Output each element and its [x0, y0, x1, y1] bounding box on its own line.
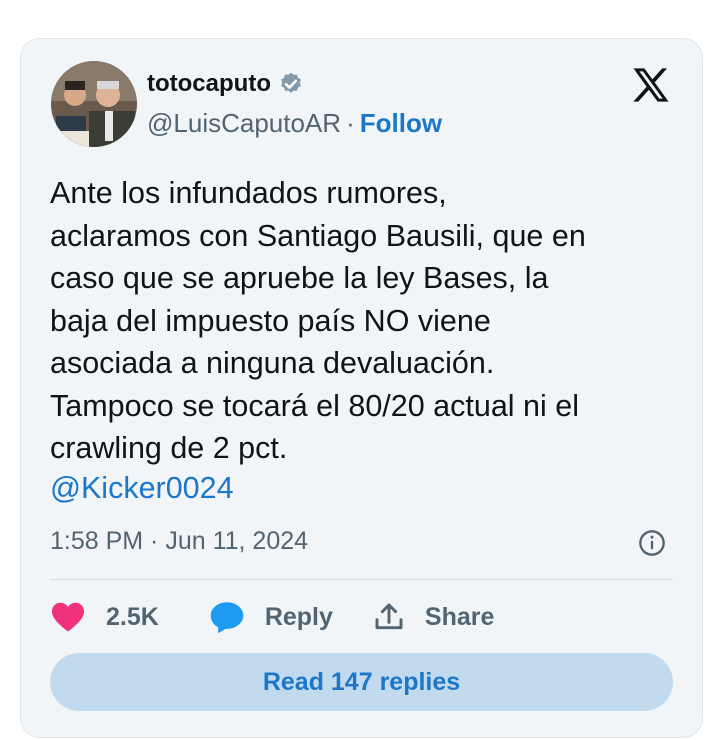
divider [50, 579, 673, 580]
reply-button[interactable]: Reply [209, 600, 333, 634]
follow-button[interactable]: Follow [360, 108, 442, 138]
heart-icon [52, 602, 84, 632]
tweet-text: Ante los infundados rumores, aclaramos c… [50, 176, 586, 465]
like-count: 2.5K [106, 602, 159, 631]
read-replies-button[interactable]: Read 147 replies [50, 653, 673, 711]
share-button[interactable]: Share [373, 601, 494, 633]
separator-dot: · [346, 108, 355, 138]
mention-link[interactable]: @Kicker0024 [50, 467, 234, 510]
speech-bubble-icon [210, 602, 244, 634]
like-button[interactable]: 2.5K [50, 601, 159, 633]
display-name[interactable]: totocaputo [147, 70, 271, 98]
timestamp[interactable]: 1:58 PM · Jun 11, 2024 [50, 527, 308, 556]
avatar[interactable] [51, 61, 137, 147]
info-icon[interactable] [638, 529, 666, 557]
reply-label: Reply [264, 602, 333, 631]
share-label: Share [424, 602, 495, 631]
share-upload-icon [375, 603, 403, 630]
x-logo-icon[interactable] [630, 64, 672, 106]
tweet-card[interactable]: totocaputo @LuisCaputoAR · Follow Ante los… [20, 38, 703, 738]
avatar-photo [51, 61, 137, 147]
handle[interactable]: @LuisCaputoAR [147, 108, 341, 138]
verified-badge-icon [281, 72, 301, 93]
action-bar: 2.5K Reply Share [50, 595, 494, 639]
